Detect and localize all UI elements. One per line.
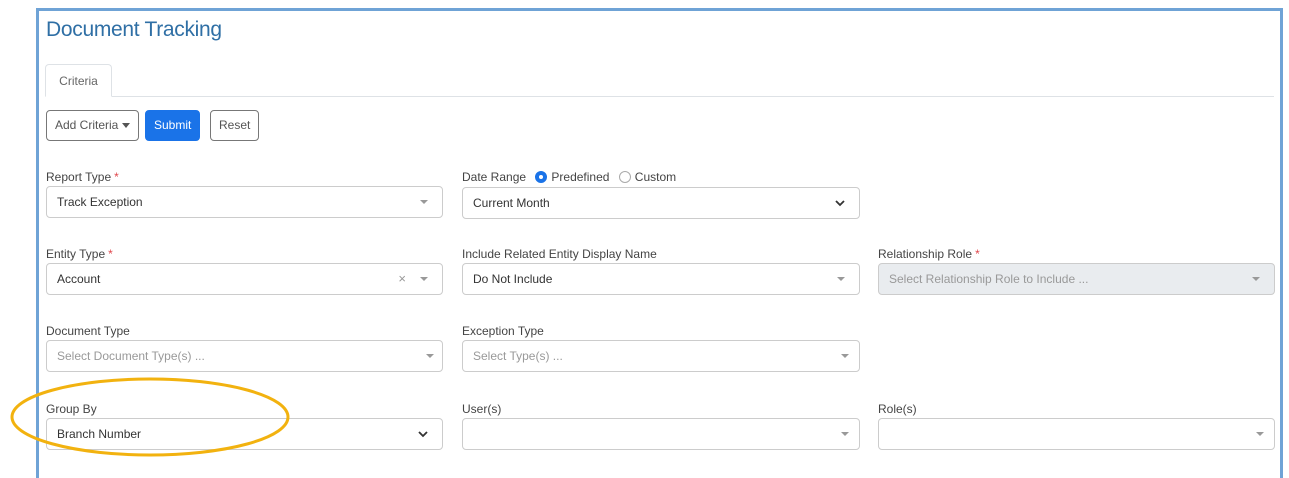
relationship-role-label: Relationship Role *: [878, 247, 980, 261]
document-type-placeholder: Select Document Type(s) ...: [57, 349, 205, 363]
dropdown-arrow-icon: [1256, 432, 1264, 436]
date-range-label: Date Range Predefined Custom: [462, 170, 677, 184]
relationship-role-placeholder: Select Relationship Role to Include ...: [889, 272, 1089, 286]
date-range-select[interactable]: Current Month: [462, 187, 860, 219]
dropdown-arrow-icon: [841, 354, 849, 358]
tab-divider: [46, 96, 1274, 97]
custom-radio-label: Custom: [634, 170, 677, 184]
reset-button[interactable]: Reset: [210, 110, 260, 141]
entity-type-select[interactable]: Account ×: [46, 263, 443, 295]
chevron-down-icon: [418, 431, 428, 438]
required-marker: *: [114, 170, 119, 184]
add-criteria-button[interactable]: Add Criteria: [46, 110, 140, 141]
predefined-radio[interactable]: [535, 171, 548, 183]
document-type-label: Document Type: [46, 324, 130, 338]
related-entity-value: Do Not Include: [473, 272, 553, 286]
add-criteria-label: Add Criteria: [55, 118, 119, 132]
entity-type-label: Entity Type *: [46, 247, 113, 261]
document-type-select[interactable]: Select Document Type(s) ...: [46, 340, 443, 372]
dropdown-arrow-icon: [841, 432, 849, 436]
dropdown-arrow-icon: [837, 277, 845, 281]
roles-label: Role(s): [878, 402, 917, 416]
report-type-select[interactable]: Track Exception: [46, 186, 443, 218]
dropdown-arrow-icon: [420, 277, 428, 281]
entity-type-value: Account: [57, 272, 101, 286]
submit-button[interactable]: Submit: [145, 110, 201, 141]
caret-down-icon: [122, 123, 131, 129]
dropdown-arrow-icon: [420, 200, 428, 204]
report-type-label: Report Type *: [46, 170, 119, 184]
exception-type-label: Exception Type: [462, 324, 544, 338]
dropdown-arrow-icon: [426, 354, 434, 358]
users-label: User(s): [462, 402, 502, 416]
dropdown-arrow-icon: [1252, 277, 1260, 281]
related-entity-label: Include Related Entity Display Name: [462, 247, 657, 261]
required-marker: *: [108, 247, 113, 261]
tab-criteria[interactable]: Criteria: [45, 64, 112, 97]
exception-type-select[interactable]: Select Type(s) ...: [462, 340, 860, 372]
exception-type-placeholder: Select Type(s) ...: [473, 349, 563, 363]
custom-radio[interactable]: [618, 171, 631, 183]
predefined-radio-label: Predefined: [551, 170, 610, 184]
required-marker: *: [975, 247, 980, 261]
chevron-down-icon: [835, 200, 845, 207]
roles-select[interactable]: [878, 418, 1275, 450]
related-entity-select[interactable]: Do Not Include: [462, 263, 860, 295]
relationship-role-select: Select Relationship Role to Include ...: [878, 263, 1275, 295]
page-title: Document Tracking: [46, 18, 222, 41]
highlight-ellipse: [10, 377, 290, 457]
clear-icon[interactable]: ×: [398, 272, 406, 286]
date-range-value: Current Month: [473, 196, 550, 210]
report-type-value: Track Exception: [57, 195, 143, 209]
users-select[interactable]: [462, 418, 860, 450]
